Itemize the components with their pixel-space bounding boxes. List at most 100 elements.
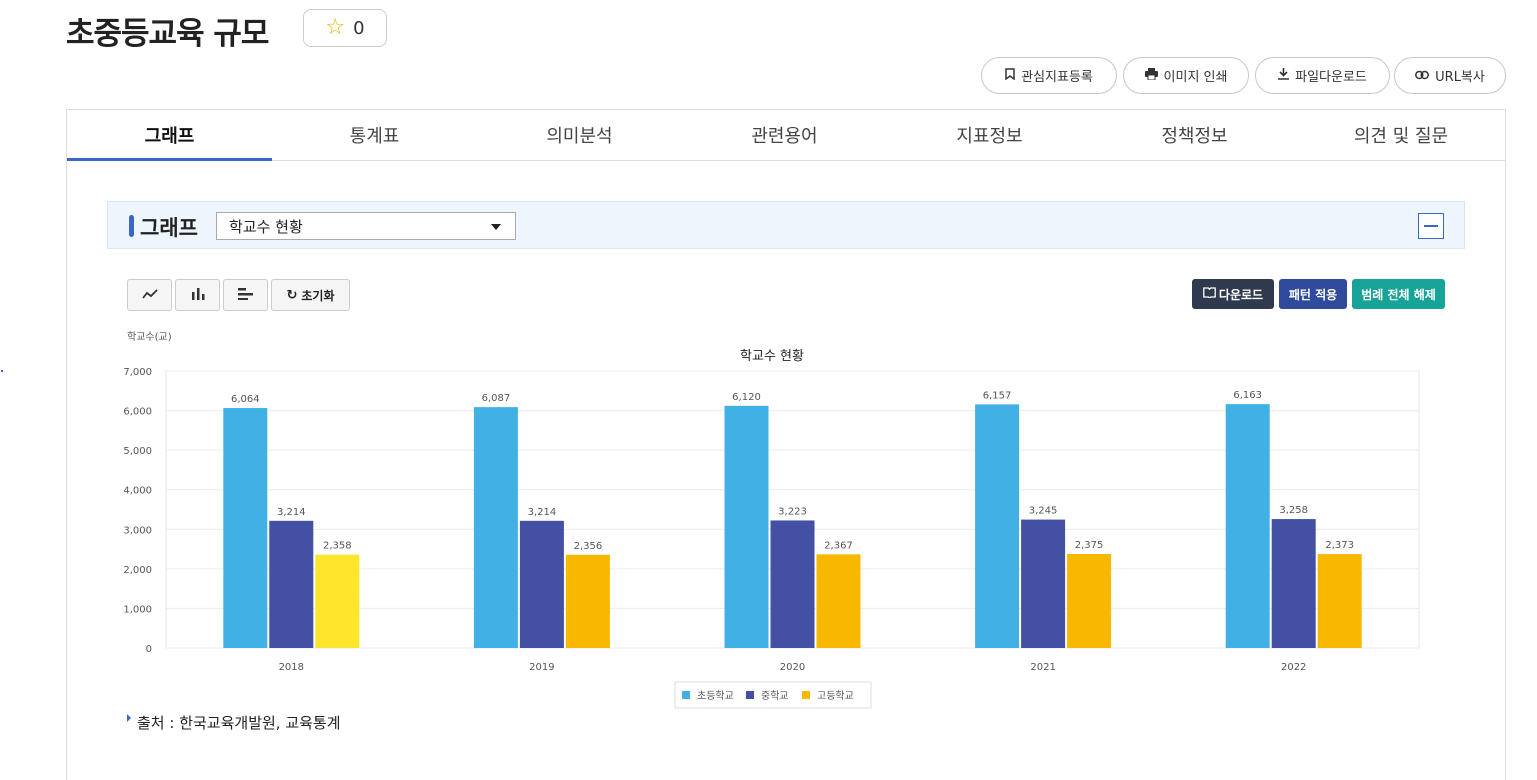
legend-swatch bbox=[802, 691, 810, 699]
legend-label: 중학교 bbox=[761, 690, 789, 702]
x-tick-label: 2021 bbox=[1030, 662, 1055, 673]
pattern-apply-button[interactable]: 패턴 적용 bbox=[1279, 279, 1347, 309]
data-label: 6,157 bbox=[983, 390, 1012, 401]
star-icon: ☆ bbox=[325, 15, 346, 40]
bar-초등학교-2019 bbox=[473, 407, 518, 648]
book-icon bbox=[1203, 287, 1216, 301]
horizontal-bar-chart-icon bbox=[237, 287, 254, 303]
legend-swatch bbox=[746, 691, 754, 699]
data-label: 6,120 bbox=[732, 392, 761, 403]
tab-indicator-info[interactable]: 지표정보 bbox=[887, 110, 1092, 160]
chart-download-button[interactable]: 다운로드 bbox=[1192, 279, 1274, 309]
bar-고등학교-2019 bbox=[565, 554, 610, 648]
file-download-button[interactable]: 파일다운로드 bbox=[1255, 57, 1390, 94]
data-label: 2,373 bbox=[1325, 540, 1354, 551]
tab-qna[interactable]: 의견 및 질문 bbox=[1297, 110, 1505, 160]
bullet-triangle-icon bbox=[127, 714, 131, 722]
reset-button[interactable]: ↻ 초기화 bbox=[271, 279, 350, 311]
data-label: 6,064 bbox=[231, 394, 260, 405]
file-download-label: 파일다운로드 bbox=[1295, 70, 1367, 85]
bar-초등학교-2018 bbox=[223, 408, 268, 648]
legend-clear-label: 범례 전체 해제 bbox=[1361, 287, 1436, 302]
y-tick-label: 7,000 bbox=[123, 367, 152, 378]
y-tick-label: 4,000 bbox=[123, 486, 152, 497]
bar-초등학교-2021 bbox=[975, 404, 1020, 648]
link-icon bbox=[1415, 69, 1430, 83]
data-label: 2,375 bbox=[1075, 540, 1104, 551]
legend-clear-button[interactable]: 범례 전체 해제 bbox=[1352, 279, 1445, 309]
favorite-button[interactable]: ☆ 0 bbox=[303, 9, 387, 47]
x-tick-label: 2020 bbox=[780, 662, 805, 673]
x-tick-label: 2018 bbox=[279, 662, 304, 673]
tab-graph[interactable]: 그래프 bbox=[67, 110, 272, 161]
horizontal-bar-chart-button[interactable] bbox=[223, 279, 268, 311]
data-label: 2,367 bbox=[824, 540, 853, 551]
indicator-select-value: 학교수 현황 bbox=[229, 217, 303, 236]
data-label: 6,087 bbox=[482, 393, 511, 404]
pattern-apply-label: 패턴 적용 bbox=[1288, 287, 1338, 302]
chart-download-label: 다운로드 bbox=[1218, 287, 1264, 302]
tab-analysis[interactable]: 의미분석 bbox=[477, 110, 682, 160]
print-button[interactable]: 이미지 인쇄 bbox=[1123, 57, 1249, 94]
url-copy-button[interactable]: URL복사 bbox=[1394, 57, 1506, 94]
bar-고등학교-2020 bbox=[816, 554, 861, 648]
bookmark-label: 관심지표등록 bbox=[1021, 70, 1093, 85]
bar-chart-button[interactable] bbox=[175, 279, 220, 311]
url-copy-label: URL복사 bbox=[1435, 70, 1485, 85]
bar-고등학교-2018 bbox=[315, 554, 360, 648]
bar-중학교-2022 bbox=[1271, 519, 1316, 648]
data-label: 2,356 bbox=[574, 541, 603, 552]
legend-swatch bbox=[682, 691, 690, 699]
bar-고등학교-2022 bbox=[1317, 554, 1362, 648]
data-label: 3,245 bbox=[1029, 506, 1058, 517]
bar-중학교-2020 bbox=[770, 520, 815, 648]
bar-중학교-2021 bbox=[1021, 519, 1066, 648]
page-title: 초중등교육 규모 bbox=[66, 16, 269, 52]
graph-section-header: 그래프 학교수 현황 bbox=[107, 201, 1465, 249]
y-tick-label: 5,000 bbox=[123, 446, 152, 457]
bar-중학교-2018 bbox=[269, 520, 314, 648]
caret-down-icon bbox=[491, 224, 501, 230]
x-tick-label: 2022 bbox=[1281, 662, 1306, 673]
data-label: 6,163 bbox=[1233, 390, 1262, 401]
bar-고등학교-2021 bbox=[1067, 554, 1112, 648]
tab-related-terms[interactable]: 관련용어 bbox=[682, 110, 887, 160]
print-label: 이미지 인쇄 bbox=[1163, 70, 1228, 85]
tab-policy-info[interactable]: 정책정보 bbox=[1092, 110, 1297, 160]
y-tick-label: 3,000 bbox=[123, 525, 152, 536]
line-chart-icon bbox=[141, 288, 158, 302]
bar-초등학교-2020 bbox=[724, 405, 769, 648]
data-label: 3,214 bbox=[528, 507, 557, 518]
source-text: 출처 : 한국교육개발원, 교육통계 bbox=[137, 714, 341, 732]
data-label: 3,258 bbox=[1279, 505, 1308, 516]
graph-section-label: 그래프 bbox=[140, 216, 198, 240]
source-note: 출처 : 한국교육개발원, 교육통계 bbox=[127, 712, 341, 733]
marker-dot bbox=[1, 370, 3, 372]
section-accent-bar bbox=[129, 215, 134, 237]
printer-icon bbox=[1144, 68, 1158, 83]
bar-중학교-2019 bbox=[519, 520, 564, 648]
bookmark-icon bbox=[1005, 68, 1015, 83]
y-tick-label: 1,000 bbox=[123, 604, 152, 615]
collapse-button[interactable] bbox=[1418, 213, 1444, 239]
chart-title: 학교수 현황 bbox=[740, 349, 804, 364]
indicator-select[interactable]: 학교수 현황 bbox=[216, 212, 516, 240]
legend-label: 고등학교 bbox=[817, 690, 854, 702]
refresh-icon: ↻ bbox=[286, 287, 298, 303]
y-axis-title: 학교수(교) bbox=[127, 331, 172, 343]
download-icon bbox=[1278, 68, 1290, 83]
y-tick-label: 2,000 bbox=[123, 565, 152, 576]
bar-초등학교-2022 bbox=[1225, 404, 1270, 648]
bookmark-button[interactable]: 관심지표등록 bbox=[981, 57, 1117, 94]
reset-label: 초기화 bbox=[301, 288, 335, 303]
favorite-count: 0 bbox=[353, 17, 365, 39]
bar-chart: 학교수(교) 학교수 현황 0 1,000 2,000 3,000 4,000 5,000 6,… bbox=[123, 331, 1420, 709]
data-label: 3,214 bbox=[277, 507, 306, 518]
bar-chart-icon bbox=[191, 287, 205, 303]
legend-label: 초등학교 bbox=[697, 690, 734, 702]
tab-stats-table[interactable]: 통계표 bbox=[272, 110, 477, 160]
data-label: 3,223 bbox=[778, 506, 807, 517]
tab-bar: 그래프 통계표 의미분석 관련용어 지표정보 정책정보 의견 및 질문 bbox=[66, 109, 1506, 161]
line-chart-button[interactable] bbox=[127, 279, 172, 311]
y-tick-label: 0 bbox=[146, 644, 152, 655]
